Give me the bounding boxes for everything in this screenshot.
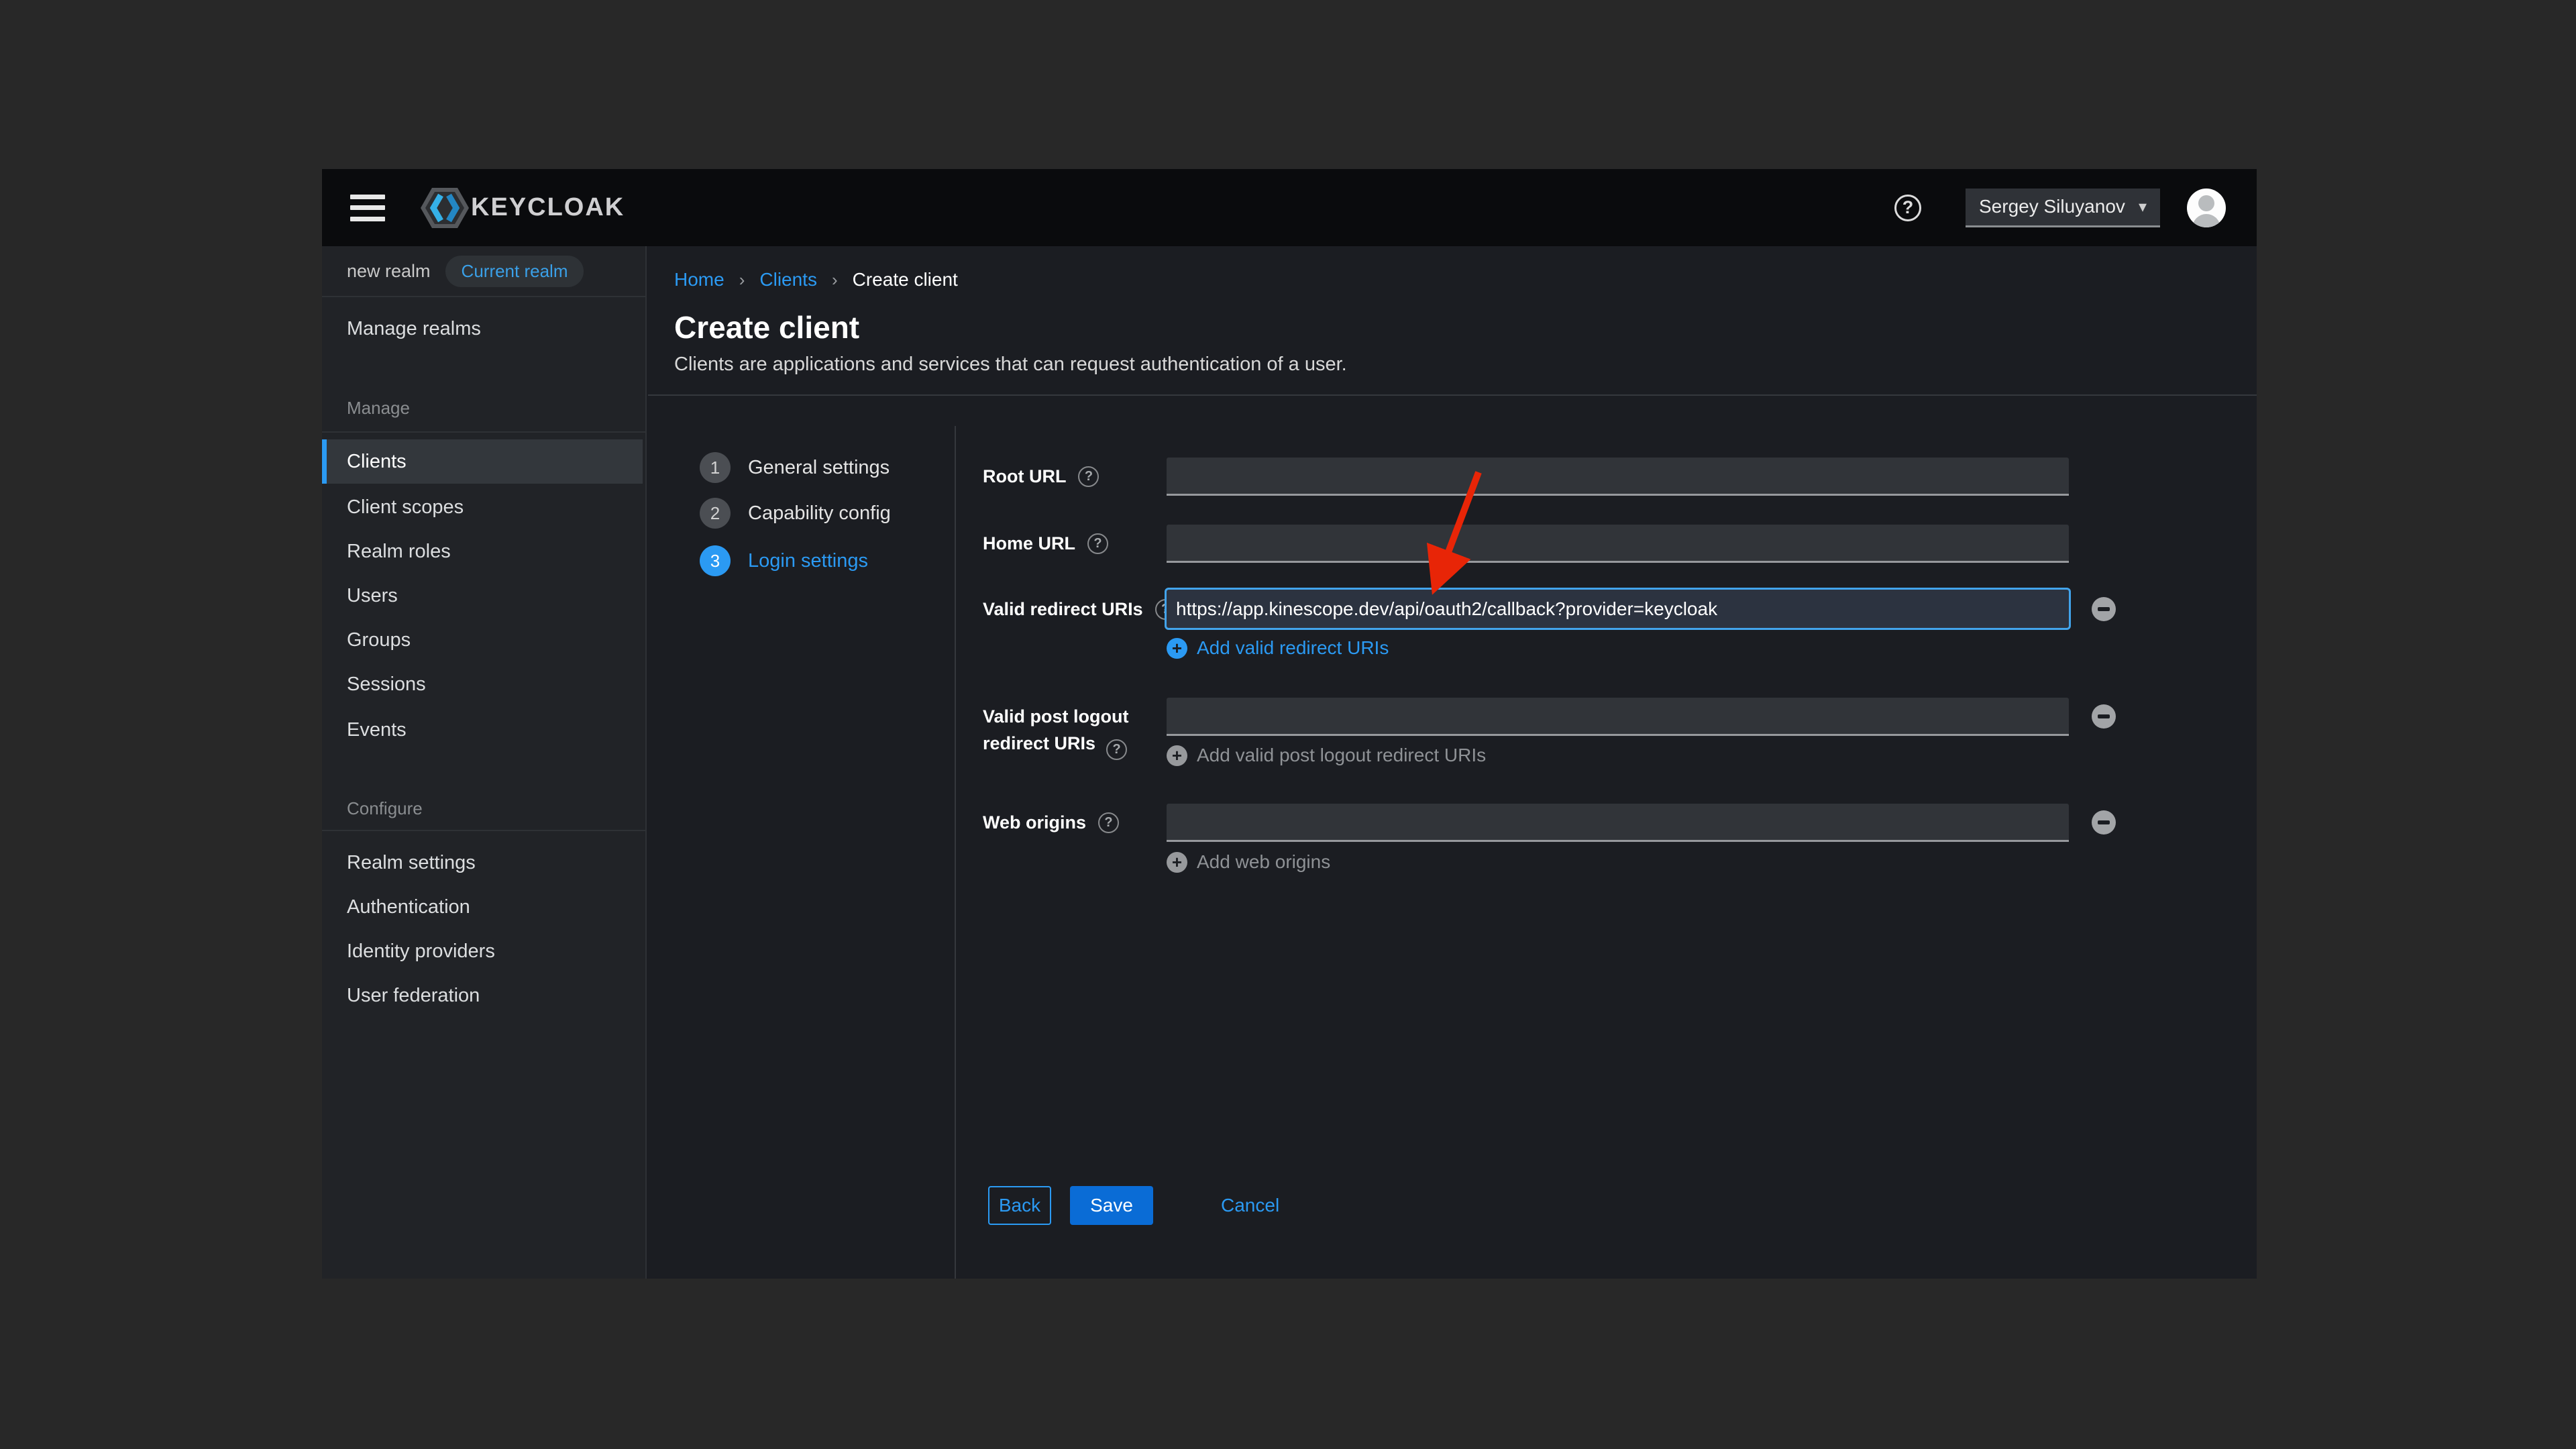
avatar-person-icon [2198, 195, 2214, 211]
divider [648, 394, 2257, 396]
sidebar-item-users[interactable]: Users [322, 574, 643, 618]
user-name: Sergey Siluyanov [1979, 196, 2125, 217]
breadcrumb-current: Create client [853, 269, 958, 290]
web-origins-input[interactable] [1167, 804, 2069, 842]
help-icon[interactable]: ? [1106, 739, 1127, 760]
sidebar-item-authentication[interactable]: Authentication [322, 885, 643, 929]
post-logout-redirect-uris-label: Valid post logout redirect URIs? [983, 703, 1129, 760]
back-button[interactable]: Back [988, 1186, 1051, 1225]
remove-redirect-uri-button[interactable] [2092, 597, 2116, 621]
post-logout-redirect-uris-input[interactable] [1167, 698, 2069, 736]
home-url-input[interactable] [1167, 525, 2069, 563]
cancel-link[interactable]: Cancel [1221, 1186, 1279, 1225]
root-url-input[interactable] [1167, 458, 2069, 496]
keycloak-hexagon-icon [420, 187, 470, 229]
keycloak-logo[interactable]: KEYCLOAK [420, 187, 625, 229]
avatar[interactable] [2187, 189, 2226, 227]
sidebar-item-realm-settings[interactable]: Realm settings [322, 841, 643, 885]
sidebar-item-sessions[interactable]: Sessions [322, 662, 643, 706]
realm-name: new realm [347, 261, 431, 282]
keycloak-admin-window: KEYCLOAK ? Sergey Siluyanov ▾ new realm … [322, 169, 2257, 1279]
sidebar-item-user-federation[interactable]: User federation [322, 973, 643, 1018]
sidebar-item-manage-realms[interactable]: Manage realms [322, 307, 643, 351]
current-realm-badge: Current realm [445, 256, 584, 287]
main-content: Home › Clients › Create client Create cl… [648, 246, 2257, 1279]
sidebar-group-configure: Configure [347, 798, 423, 819]
wizard-step-general-settings[interactable]: 1 General settings [700, 452, 890, 483]
valid-redirect-uris-label: Valid redirect URIs ? [983, 590, 1176, 629]
breadcrumb-separator-icon: › [832, 270, 838, 290]
sidebar-item-clients[interactable]: Clients [322, 439, 643, 484]
wizard-step-login-settings[interactable]: 3 Login settings [700, 545, 868, 576]
divider [322, 431, 645, 433]
sidebar-item-events[interactable]: Events [322, 708, 643, 752]
breadcrumb-separator-icon: › [739, 270, 745, 290]
help-icon[interactable]: ? [1078, 466, 1099, 487]
breadcrumb-home[interactable]: Home [674, 269, 724, 290]
sidebar-item-client-scopes[interactable]: Client scopes [322, 485, 643, 529]
chevron-down-icon: ▾ [2139, 197, 2147, 217]
plus-circle-icon: + [1167, 638, 1187, 659]
divider [955, 426, 956, 1279]
sidebar-item-identity-providers[interactable]: Identity providers [322, 929, 643, 973]
wizard-step-capability-config[interactable]: 2 Capability config [700, 498, 891, 529]
user-menu-dropdown[interactable]: Sergey Siluyanov ▾ [1966, 189, 2160, 227]
masthead: KEYCLOAK ? Sergey Siluyanov ▾ [322, 169, 2257, 246]
breadcrumb-clients[interactable]: Clients [759, 269, 817, 290]
step-number: 2 [700, 498, 731, 529]
help-icon[interactable]: ? [1894, 195, 1921, 221]
save-button[interactable]: Save [1070, 1186, 1153, 1225]
sidebar: new realm Current realm Manage realms Ma… [322, 246, 647, 1279]
root-url-label: Root URL ? [983, 458, 1099, 496]
divider [322, 830, 645, 831]
sidebar-item-groups[interactable]: Groups [322, 618, 643, 662]
home-url-label: Home URL ? [983, 525, 1108, 563]
step-number: 1 [700, 452, 731, 483]
valid-redirect-uris-input[interactable] [1165, 588, 2071, 630]
plus-circle-icon: + [1167, 852, 1187, 873]
add-web-origins-link[interactable]: + Add web origins [1167, 851, 1330, 873]
add-post-logout-redirect-uris-link[interactable]: + Add valid post logout redirect URIs [1167, 745, 1486, 766]
page-title: Create client [674, 309, 859, 345]
step-number: 3 [700, 545, 731, 576]
breadcrumb: Home › Clients › Create client [674, 269, 958, 290]
add-valid-redirect-uris-link[interactable]: + Add valid redirect URIs [1167, 637, 1389, 659]
sidebar-group-manage: Manage [347, 398, 410, 419]
sidebar-item-realm-roles[interactable]: Realm roles [322, 529, 643, 574]
remove-web-origin-button[interactable] [2092, 810, 2116, 835]
web-origins-label: Web origins ? [983, 804, 1119, 842]
help-icon[interactable]: ? [1098, 812, 1119, 833]
page-subtitle: Clients are applications and services th… [674, 354, 1347, 376]
brand-text: KEYCLOAK [471, 193, 625, 222]
remove-post-logout-uri-button[interactable] [2092, 704, 2116, 729]
help-icon[interactable]: ? [1087, 533, 1108, 554]
plus-circle-icon: + [1167, 745, 1187, 766]
realm-selector[interactable]: new realm Current realm [322, 246, 645, 297]
hamburger-menu-icon[interactable] [350, 195, 385, 221]
